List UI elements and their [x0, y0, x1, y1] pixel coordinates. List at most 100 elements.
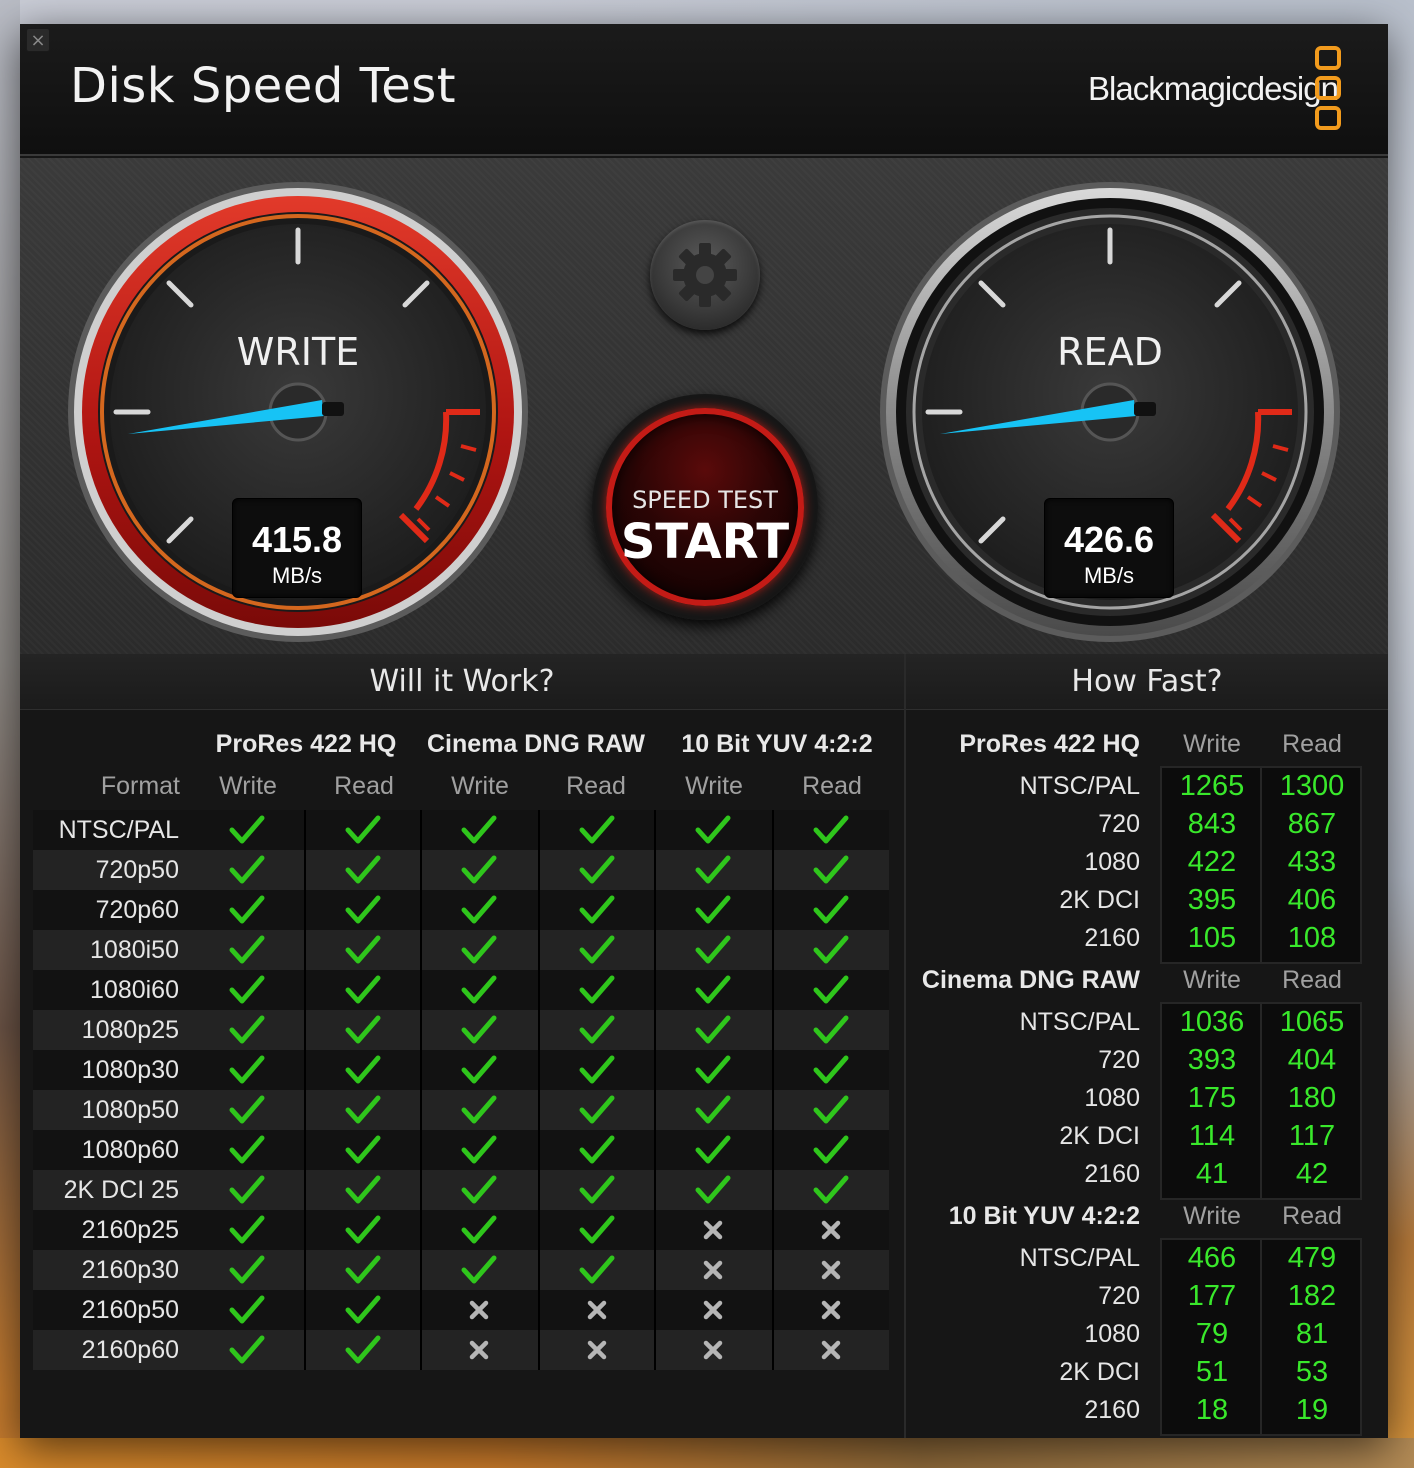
speed-value-write: 175 [1187, 1082, 1237, 1114]
status-cell [305, 810, 421, 850]
checkmark-icon [461, 1015, 497, 1044]
column-separator [304, 810, 306, 1370]
checkmark-icon [461, 1135, 497, 1164]
format-label: 2160p50 [81, 1296, 179, 1324]
how-fast-column-header: Write [1183, 730, 1241, 758]
table-row: 1080p50 [33, 1090, 889, 1130]
cross-icon [469, 1340, 489, 1360]
checkmark-icon [695, 975, 731, 1004]
status-cell [539, 1330, 655, 1370]
speed-value-read: 19 [1295, 1394, 1329, 1426]
speed-value-write: 177 [1187, 1280, 1237, 1312]
format-label: NTSC/PAL [58, 816, 179, 844]
cross-icon [821, 1220, 841, 1240]
status-cell [773, 930, 889, 970]
start-button[interactable]: SPEED TEST START [592, 394, 818, 620]
table-row: 1080p25 [33, 1010, 889, 1050]
column-separator [654, 810, 656, 1370]
speed-value-write: 79 [1195, 1318, 1229, 1350]
checkmark-icon [461, 895, 497, 924]
status-cell [421, 1210, 537, 1250]
checkmark-icon [229, 1255, 265, 1284]
status-cell [421, 1330, 537, 1370]
checkmark-icon [579, 1175, 615, 1204]
status-cell [773, 810, 889, 850]
table-row: 2160p30 [33, 1250, 889, 1290]
cross-icon [703, 1220, 723, 1240]
status-cell [655, 1050, 771, 1090]
brand-name: Blackmagicdesign [1088, 70, 1339, 107]
checkmark-icon [579, 975, 615, 1004]
checkmark-icon [579, 1135, 615, 1164]
checkmark-icon [695, 1135, 731, 1164]
how-fast-format: 1080 [1084, 848, 1140, 876]
status-cell [189, 1090, 305, 1130]
gauge-panel: WRITE 415.8 MB/s READ 426.6 MB/s SPEED T… [20, 158, 1388, 654]
checkmark-icon [229, 1055, 265, 1084]
speed-value-write: 18 [1195, 1394, 1229, 1426]
status-cell [539, 890, 655, 930]
checkmark-icon [813, 855, 849, 884]
status-cell [655, 810, 771, 850]
speed-value-read: 182 [1287, 1280, 1337, 1312]
checkmark-icon [229, 975, 265, 1004]
status-cell [773, 1050, 889, 1090]
work-subcol-0: Write [219, 772, 277, 800]
format-label: 2160p60 [81, 1336, 179, 1364]
checkmark-icon [345, 855, 381, 884]
work-subcol-4: Write [685, 772, 743, 800]
status-cell [655, 850, 771, 890]
checkmark-icon [813, 1095, 849, 1124]
checkmark-icon [461, 1175, 497, 1204]
checkmark-icon [345, 1135, 381, 1164]
settings-button[interactable] [650, 220, 760, 330]
close-button[interactable]: × [26, 28, 50, 52]
speed-value-write: 105 [1187, 922, 1237, 954]
speed-value-write: 51 [1195, 1356, 1229, 1388]
checkmark-icon [345, 935, 381, 964]
status-cell [539, 1210, 655, 1250]
checkmark-icon [579, 815, 615, 844]
checkmark-icon [461, 855, 497, 884]
status-cell [189, 850, 305, 890]
section-divider [904, 654, 906, 1438]
status-cell [655, 1330, 771, 1370]
table-row: 720p50 [33, 850, 889, 890]
status-cell [655, 890, 771, 930]
how-fast-format: 720 [1098, 1282, 1140, 1310]
status-cell [655, 1170, 771, 1210]
format-label: 2160p30 [81, 1256, 179, 1284]
checkmark-icon [461, 1215, 497, 1244]
how-fast-header: How Fast? [906, 654, 1388, 710]
table-row: 2160p50 [33, 1290, 889, 1330]
format-label: 720p50 [95, 856, 179, 884]
checkmark-icon [579, 935, 615, 964]
how-fast-format: 2K DCI [1059, 1122, 1140, 1150]
table-row: 1080i60 [33, 970, 889, 1010]
work-group-cinema-dng: Cinema DNG RAW [426, 730, 646, 758]
status-cell [655, 1090, 771, 1130]
speed-value-read: 479 [1287, 1242, 1337, 1274]
status-cell [421, 890, 537, 930]
speed-value-write: 114 [1188, 1120, 1236, 1152]
checkmark-icon [695, 1175, 731, 1204]
how-fast-group-title: Cinema DNG RAW [921, 966, 1140, 994]
gear-icon [673, 243, 737, 307]
status-cell [773, 1170, 889, 1210]
status-cell [421, 1090, 537, 1130]
how-fast-format: NTSC/PAL [1019, 1008, 1140, 1036]
will-it-work-table: NTSC/PAL 720p50 720p60 1080i50 1080i60 1080p2… [33, 810, 889, 1370]
checkmark-icon [229, 1095, 265, 1124]
speed-value-read: 1065 [1279, 1006, 1345, 1038]
how-fast-group-title: ProRes 422 HQ [959, 730, 1140, 758]
checkmark-icon [345, 1335, 381, 1364]
status-cell [421, 1050, 537, 1090]
table-row: 2K DCI 25 [33, 1170, 889, 1210]
disk-speed-test-window: Disk Speed Test Blackmagicdesign × WRITE… [20, 24, 1388, 1438]
status-cell [773, 890, 889, 930]
format-label: 1080i50 [90, 936, 179, 964]
how-fast-format: 2K DCI [1059, 1358, 1140, 1386]
status-cell [189, 1210, 305, 1250]
status-cell [655, 1210, 771, 1250]
checkmark-icon [579, 1055, 615, 1084]
